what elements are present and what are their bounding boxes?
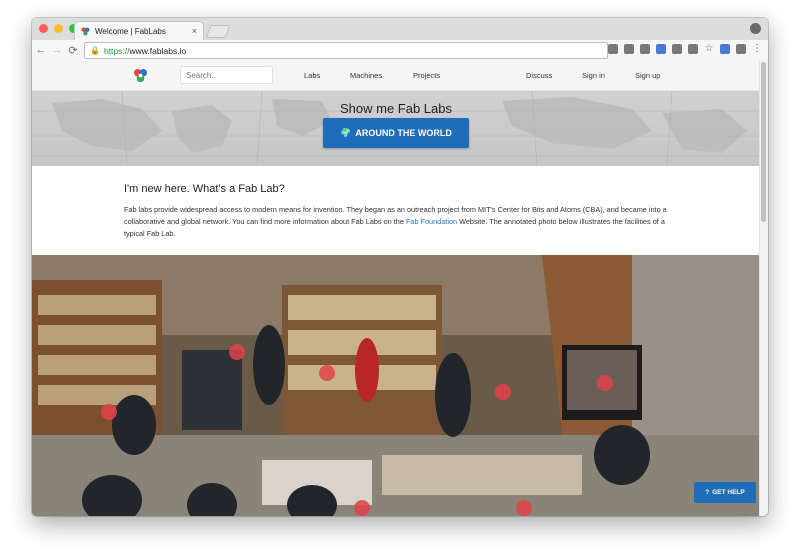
scrollbar-thumb[interactable] bbox=[761, 62, 766, 222]
tab-title: Welcome | FabLabs bbox=[95, 26, 166, 36]
tab-strip: Welcome | FabLabs × bbox=[32, 18, 768, 40]
get-help-label: GET HELP bbox=[712, 489, 745, 496]
cloud-icon[interactable] bbox=[688, 44, 698, 54]
browser-window: Welcome | FabLabs × ← → ⟳ 🔒 https://www.… bbox=[32, 18, 768, 516]
camera-icon[interactable] bbox=[672, 44, 682, 54]
browser-tab[interactable]: Welcome | FabLabs × bbox=[74, 21, 204, 40]
forward-icon[interactable]: → bbox=[50, 44, 64, 56]
profile-icon[interactable] bbox=[750, 23, 761, 34]
nav-sign-up[interactable]: Sign up bbox=[635, 71, 660, 80]
lab-photo-illustration bbox=[32, 255, 760, 516]
site-navbar: Labs Machines Projects Discuss Sign in S… bbox=[32, 60, 760, 91]
around-the-world-label: AROUND THE WORLD bbox=[355, 128, 452, 138]
intro-section: I'm new here. What's a Fab Lab? Fab labs… bbox=[124, 183, 669, 240]
window-controls bbox=[39, 24, 78, 33]
nav-projects[interactable]: Projects bbox=[413, 71, 440, 80]
hero-title: Show me Fab Labs bbox=[339, 101, 452, 116]
settings-gear-icon[interactable] bbox=[624, 44, 634, 54]
close-window-button[interactable] bbox=[39, 24, 48, 33]
bookmark-star-icon[interactable]: ☆ bbox=[704, 44, 714, 54]
get-help-button[interactable]: ? GET HELP bbox=[694, 482, 756, 503]
fablabs-favicon-icon bbox=[81, 27, 90, 35]
tab-close-icon[interactable]: × bbox=[192, 26, 197, 36]
address-bar[interactable]: 🔒 https://www.fablabs.io bbox=[84, 42, 608, 59]
reload-icon[interactable]: ⟳ bbox=[66, 44, 80, 57]
fablabs-logo-icon[interactable] bbox=[133, 68, 148, 83]
cast-icon[interactable] bbox=[608, 44, 618, 54]
annotated-lab-photo bbox=[32, 255, 760, 516]
intro-paragraph: Fab labs provide widespread access to mo… bbox=[124, 204, 669, 240]
globe-icon: 🌍 bbox=[340, 127, 352, 138]
docs-extension-icon[interactable] bbox=[720, 44, 730, 54]
page-scrollbar[interactable] bbox=[759, 60, 768, 516]
minimize-window-button[interactable] bbox=[54, 24, 63, 33]
lock-icon: 🔒 bbox=[90, 46, 100, 55]
new-tab-button[interactable] bbox=[205, 25, 231, 38]
menu-icon[interactable]: ⋮ bbox=[752, 44, 762, 54]
hero-map-banner: Show me Fab Labs 🌍 AROUND THE WORLD bbox=[32, 91, 760, 166]
nav-machines[interactable]: Machines bbox=[350, 71, 382, 80]
screenshot-extension-icon[interactable] bbox=[656, 44, 666, 54]
url-scheme: https:// bbox=[103, 45, 130, 56]
pocket-icon[interactable] bbox=[736, 44, 746, 54]
back-icon[interactable]: ← bbox=[34, 44, 48, 56]
search-input[interactable] bbox=[180, 66, 273, 84]
nav-labs[interactable]: Labs bbox=[304, 71, 320, 80]
browser-toolbar: ← → ⟳ 🔒 https://www.fablabs.io ☆ ⋮ bbox=[32, 40, 768, 61]
nav-sign-in[interactable]: Sign in bbox=[582, 71, 605, 80]
help-question-icon: ? bbox=[705, 489, 710, 496]
nav-discuss[interactable]: Discuss bbox=[526, 71, 552, 80]
extension-icons: ☆ ⋮ bbox=[608, 44, 762, 54]
around-the-world-button[interactable]: 🌍 AROUND THE WORLD bbox=[323, 118, 469, 148]
intro-heading: I'm new here. What's a Fab Lab? bbox=[124, 183, 285, 195]
url-host: www.fablabs.io bbox=[129, 45, 187, 56]
fab-foundation-link[interactable]: Fab Foundation bbox=[406, 217, 457, 226]
web-page: Labs Machines Projects Discuss Sign in S… bbox=[32, 60, 760, 516]
extension-icon[interactable] bbox=[640, 44, 650, 54]
